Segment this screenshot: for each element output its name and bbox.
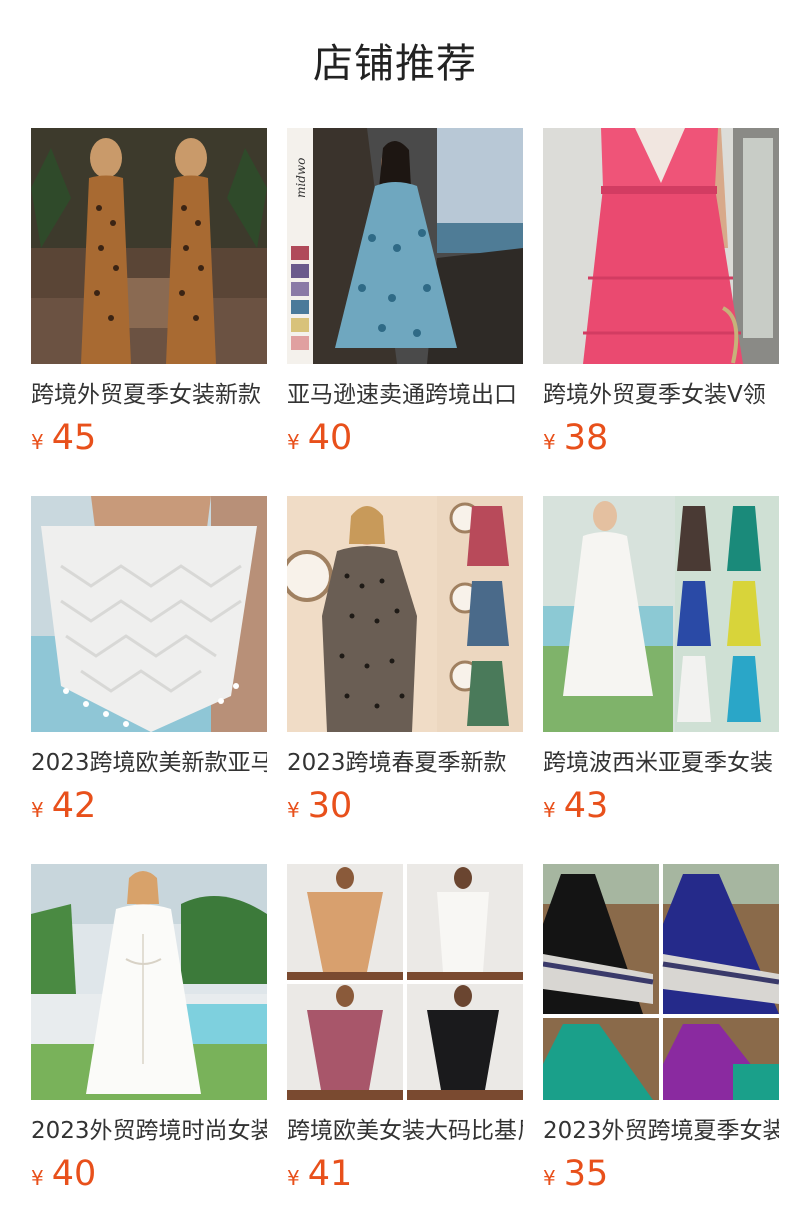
product-card[interactable]: 跨境波西米亚夏季女装 ¥43 <box>543 496 779 832</box>
currency-symbol: ¥ <box>543 798 556 822</box>
product-price: ¥40 <box>31 1154 267 1200</box>
product-image[interactable] <box>287 496 523 732</box>
price-value: 42 <box>51 786 97 826</box>
currency-symbol: ¥ <box>31 1166 44 1190</box>
image-text: midwo <box>294 158 308 198</box>
product-card[interactable]: 跨境外贸夏季女装新款 ¥45 <box>31 128 267 464</box>
product-card[interactable]: midwo 亚马逊速卖通跨境出口 ¥ 40 <box>287 128 523 464</box>
product-image[interactable] <box>31 864 267 1100</box>
price-value: 30 <box>307 786 353 826</box>
product-card[interactable]: 跨境外贸夏季女装V领 ¥38 <box>543 128 779 464</box>
price-value: 40 <box>51 1154 97 1194</box>
product-name[interactable]: 跨境外贸夏季女装新款 <box>31 378 267 412</box>
store-recommendations-page: 店铺推荐 跨境外贸夏季女装新款 ¥ 45 midwo 亚马逊速卖通跨境出口 ¥ … <box>0 0 790 1232</box>
price-value: 45 <box>51 418 97 458</box>
price-value: 35 <box>563 1154 609 1194</box>
product-price: ¥35 <box>543 1154 779 1200</box>
product-price: ¥30 <box>287 786 523 832</box>
kaftan-dresses-photo <box>287 864 523 1100</box>
product-price: ¥42 <box>31 786 267 832</box>
product-price: ¥43 <box>543 786 779 832</box>
product-image[interactable]: midwo <box>287 128 523 364</box>
price-value: 43 <box>563 786 609 826</box>
product-name[interactable]: 2023跨境欧美新款亚马逊 <box>31 746 267 780</box>
product-image[interactable] <box>543 128 779 364</box>
pink-dress-photo <box>543 128 779 364</box>
product-image[interactable] <box>287 864 523 1100</box>
currency-symbol: ¥ <box>287 1166 300 1190</box>
patterned-maxi-dresses-photo <box>543 864 779 1100</box>
product-name[interactable]: 跨境波西米亚夏季女装 <box>543 746 779 780</box>
currency-symbol: ¥ <box>543 430 556 454</box>
product-card[interactable]: 2023跨境欧美新款亚马逊 ¥42 <box>31 496 267 832</box>
product-image[interactable] <box>543 864 779 1100</box>
product-name[interactable]: 2023跨境春夏季新款 <box>287 746 523 780</box>
blue-floral-dress-photo: midwo <box>287 128 523 364</box>
white-maxi-dress-photo <box>31 864 267 1100</box>
price-value: 40 <box>307 418 353 458</box>
product-card[interactable]: 2023外贸跨境时尚女装 ¥40 <box>31 864 267 1200</box>
product-grid: 跨境外贸夏季女装新款 ¥45 midwo 亚马逊速卖通跨境出口 ¥ 40 跨境外… <box>31 128 779 1200</box>
product-name[interactable]: 2023外贸跨境时尚女装 <box>31 1114 267 1148</box>
product-price: ¥45 <box>31 418 267 464</box>
currency-symbol: ¥ <box>287 798 300 822</box>
currency-symbol: ¥ <box>31 430 44 454</box>
product-price: ¥40 <box>287 418 523 464</box>
currency-symbol: ¥ <box>543 1166 556 1190</box>
white-cover-up-photo <box>31 496 267 732</box>
product-card[interactable]: 2023跨境春夏季新款 ¥30 <box>287 496 523 832</box>
product-image[interactable] <box>543 496 779 732</box>
price-value: 38 <box>563 418 609 458</box>
boho-dress-options-photo <box>543 496 779 732</box>
currency-symbol: ¥ <box>31 798 44 822</box>
leopard-dress-photo <box>31 128 267 364</box>
product-name[interactable]: 2023外贸跨境夏季女装 <box>543 1114 779 1148</box>
currency-symbol: ¥ <box>287 430 300 454</box>
product-name[interactable]: 跨境外贸夏季女装V领 <box>543 378 779 412</box>
product-name[interactable]: 跨境欧美女装大码比基尼 <box>287 1114 523 1148</box>
product-image[interactable] <box>31 128 267 364</box>
product-price: ¥38 <box>543 418 779 464</box>
product-card[interactable]: 跨境欧美女装大码比基尼 ¥41 <box>287 864 523 1200</box>
product-price: ¥41 <box>287 1154 523 1200</box>
leopard-shift-dress-photo <box>287 496 523 732</box>
product-card[interactable]: 2023外贸跨境夏季女装 ¥35 <box>543 864 779 1200</box>
product-name[interactable]: 亚马逊速卖通跨境出口 <box>287 378 523 412</box>
price-value: 41 <box>307 1154 353 1194</box>
section-title: 店铺推荐 <box>313 41 477 87</box>
product-image[interactable] <box>31 496 267 732</box>
